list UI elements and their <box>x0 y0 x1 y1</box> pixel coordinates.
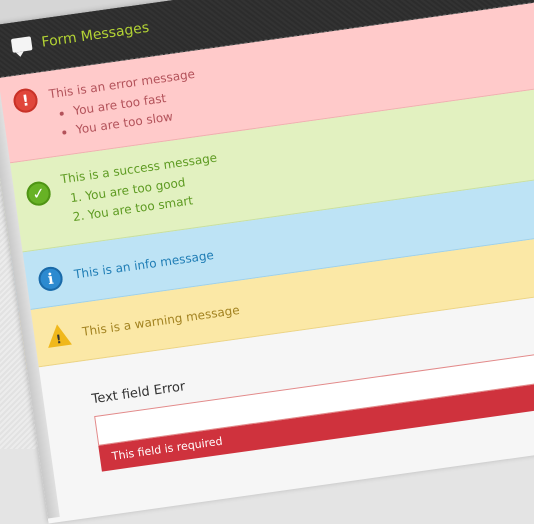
checkmark-icon: ✓ <box>25 180 53 208</box>
panel-title: Form Messages <box>40 19 151 51</box>
form-messages-panel: Form Messages ! This is an error message… <box>0 0 534 524</box>
info-icon: i <box>37 265 65 293</box>
exclamation-icon: ! <box>11 87 40 115</box>
tilted-scene: Form Messages ! This is an error message… <box>0 0 534 524</box>
speech-bubble-icon <box>10 36 33 53</box>
text-field-label: Text field Error <box>90 379 187 408</box>
